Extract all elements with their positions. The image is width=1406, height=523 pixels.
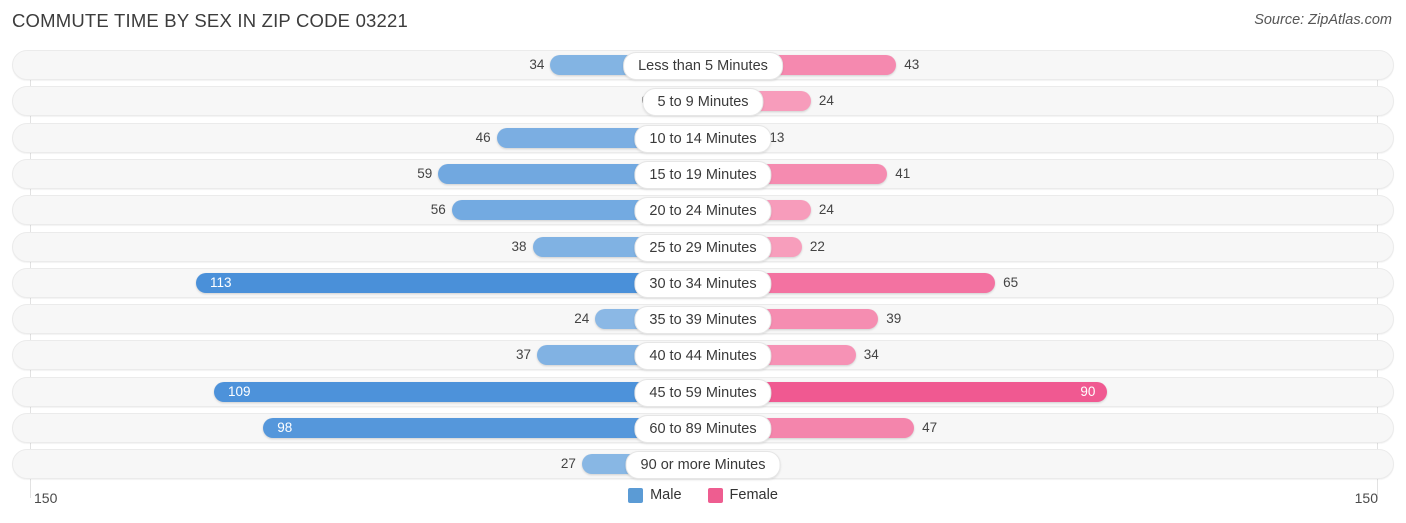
category-label: 40 to 44 Minutes: [634, 342, 772, 371]
bar-value-female: 65: [1003, 274, 1019, 290]
table-row: 98 47 60 to 89 Minutes: [12, 413, 1394, 443]
bar-value-female: 47: [922, 420, 938, 435]
bar-value-female: 34: [863, 347, 879, 363]
bar-value-female: 24: [818, 202, 834, 218]
legend-item-male[interactable]: Male: [628, 487, 682, 503]
bar-value-male: 109: [227, 383, 251, 399]
bar-value-male: 113: [210, 274, 232, 290]
bar-value-male: 59: [417, 165, 433, 181]
page-title: COMMUTE TIME BY SEX IN ZIP CODE 03221: [12, 10, 409, 31]
bar-value-male: 56: [430, 202, 446, 218]
category-label: 25 to 29 Minutes: [634, 233, 772, 262]
table-row: 109 90 45 to 59 Minutes: [12, 376, 1394, 407]
table-row: 34 43 Less than 5 Minutes: [12, 50, 1394, 80]
category-label: 20 to 24 Minutes: [634, 197, 772, 226]
table-row: 59 41 15 to 19 Minutes: [12, 158, 1394, 189]
bar-value-male: 37: [515, 347, 531, 363]
bar-value-male: 24: [574, 311, 590, 327]
legend-swatch-icon: [707, 487, 723, 503]
bar-value-male: 34: [529, 57, 545, 72]
table-row: 38 22 25 to 29 Minutes: [12, 231, 1394, 262]
chart-container: COMMUTE TIME BY SEX IN ZIP CODE 03221 So…: [0, 0, 1406, 523]
category-label: 60 to 89 Minutes: [634, 415, 772, 443]
category-label: 35 to 39 Minutes: [634, 306, 772, 335]
legend-item-female[interactable]: Female: [707, 487, 778, 503]
bar-value-female: 90: [1080, 383, 1096, 399]
table-row: 0245 to 9 Minutes: [12, 86, 1394, 117]
bar-value-female: 13: [769, 129, 785, 145]
table-row: 27090 or more Minutes: [12, 449, 1394, 480]
table-row: 46 13 10 to 14 Minutes: [12, 122, 1394, 153]
legend-swatch-icon: [628, 487, 644, 503]
table-row: 56 24 20 to 24 Minutes: [12, 195, 1394, 226]
legend: Male Female: [0, 487, 1406, 503]
category-label: 30 to 34 Minutes: [634, 269, 772, 298]
bar-male[interactable]: [213, 381, 703, 402]
plot-area: 3443Less than 5 Minutes0245 to 9 Minutes…: [12, 50, 1394, 498]
bar-value-male: 27: [560, 456, 576, 472]
table-row: 113 65 30 to 34 Minutes: [12, 267, 1394, 298]
legend-label: Female: [729, 487, 778, 503]
bar-value-male: 38: [511, 238, 527, 254]
category-label: 45 to 59 Minutes: [634, 378, 772, 407]
bar-value-female: 24: [818, 93, 834, 109]
bar-value-male: 46: [475, 129, 491, 145]
category-label: Less than 5 Minutes: [623, 52, 783, 80]
table-row: 24 39 35 to 39 Minutes: [12, 304, 1394, 335]
category-label: 90 or more Minutes: [625, 451, 781, 480]
bar-value-female: 43: [904, 57, 920, 72]
bar-value-female: 41: [895, 165, 911, 181]
table-row: 37 34 40 to 44 Minutes: [12, 340, 1394, 371]
category-label: 10 to 14 Minutes: [634, 124, 772, 153]
category-label: 15 to 19 Minutes: [634, 160, 772, 189]
bar-male[interactable]: [196, 272, 703, 293]
bar-value-male: 98: [277, 420, 293, 435]
category-label: 5 to 9 Minutes: [642, 88, 764, 117]
bar-value-female: 39: [886, 311, 902, 327]
legend-label: Male: [650, 487, 682, 503]
bar-value-female: 22: [809, 238, 825, 254]
source-attribution: Source: ZipAtlas.com: [1254, 12, 1392, 28]
